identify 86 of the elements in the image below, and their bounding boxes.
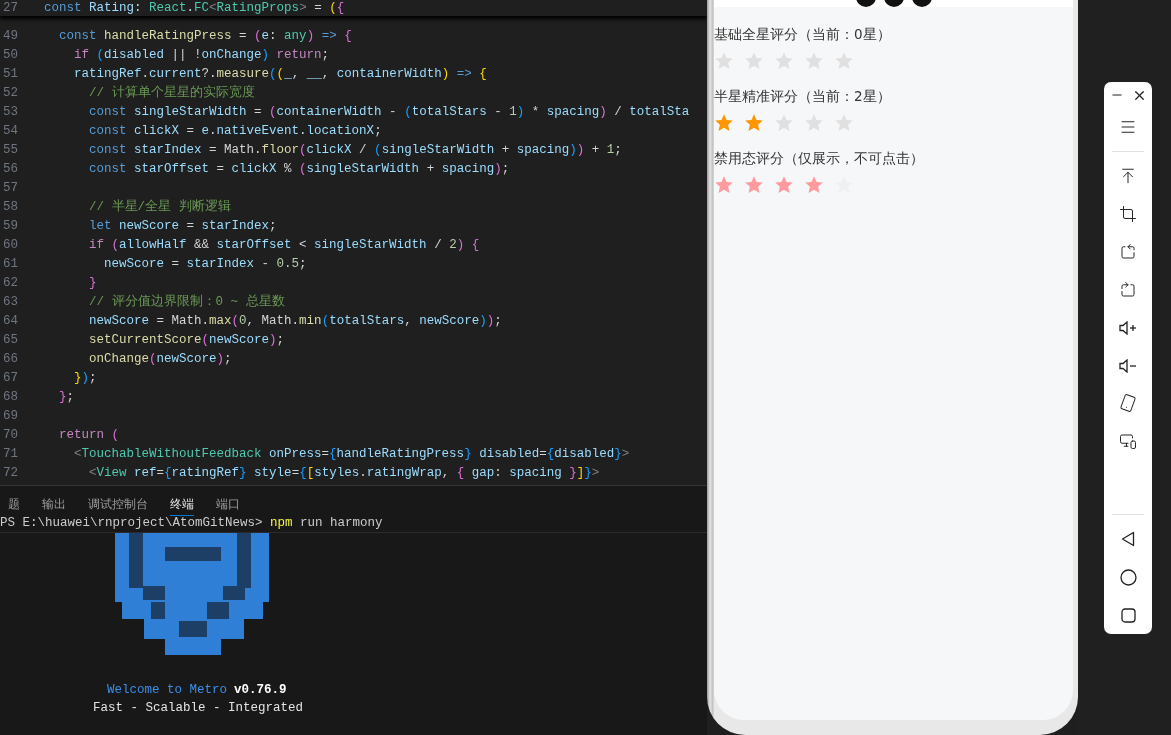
code-line: // 半星/全星 判断逻辑	[88, 198, 231, 215]
line-number: 51	[2, 66, 18, 81]
line-number: 53	[2, 104, 18, 119]
code-line: onChange(newScore);	[88, 351, 232, 366]
star-icon[interactable]	[714, 51, 734, 71]
line-number: 60	[2, 237, 18, 252]
code-line: const handleRatingPress = (e: any) => {	[58, 28, 352, 43]
star-icon[interactable]	[774, 51, 794, 71]
star-icon	[774, 175, 794, 195]
star-icon[interactable]	[714, 113, 734, 133]
line-number: 64	[2, 313, 18, 328]
line-number: 65	[2, 332, 18, 347]
star-icon[interactable]	[744, 113, 764, 133]
code-line: if (disabled || !onChange) return;	[73, 47, 330, 62]
rating-title: 半星精准评分（当前：2星）	[714, 87, 892, 105]
panel-tab[interactable]: 终端	[170, 490, 194, 516]
command-arguments: run harmony	[300, 516, 383, 530]
line-number: 71	[2, 446, 18, 461]
volume-down-icon[interactable]	[1119, 358, 1137, 373]
code-line: // 计算单个星星的实际宽度	[88, 84, 255, 101]
code-line: ratingRef.current?.measure((_, __, containerWidth) => {	[73, 66, 487, 81]
code-line: }	[88, 275, 97, 290]
code-line: const Rating: React.FC<RatingProps> = ({	[44, 1, 345, 15]
line-number: 58	[2, 199, 18, 214]
star-icon[interactable]	[834, 51, 854, 71]
code-line: newScore = Math.max(0, Math.min(totalStars, newScore));	[88, 313, 502, 328]
star-icon[interactable]	[804, 51, 824, 71]
code-line: setCurrentScore(newScore);	[88, 332, 285, 347]
star-icon	[744, 175, 764, 195]
recent-apps-icon[interactable]	[1120, 607, 1136, 623]
back-icon[interactable]	[1121, 531, 1135, 548]
code-line: newScore = starIndex - 0.5;	[103, 256, 307, 271]
rotate-left-icon[interactable]	[1119, 242, 1137, 261]
panel-tab[interactable]: 端口	[216, 490, 240, 516]
star-icon[interactable]	[804, 113, 824, 133]
panel-tab[interactable]: 题	[8, 490, 20, 516]
tagline-text: Fast - Scalable - Integrated	[93, 701, 304, 715]
line-number: 69	[2, 408, 18, 423]
home-icon[interactable]	[1119, 568, 1137, 586]
code-line: let newScore = starIndex;	[88, 218, 277, 233]
line-number: 68	[2, 389, 18, 404]
star-icon[interactable]	[834, 113, 854, 133]
code-line: <View ref={ratingRef} style={[styles.ratingWrap, { gap: spacing }]}>	[88, 465, 600, 480]
volume-up-icon[interactable]	[1119, 320, 1137, 335]
rating-title: 禁用态评分（仅展示，不可点击）	[714, 149, 925, 167]
line-number: 63	[2, 294, 18, 309]
line-number: 55	[2, 142, 18, 157]
line-number: 59	[2, 218, 18, 233]
star-icon[interactable]	[744, 51, 764, 71]
code-line: };	[58, 389, 75, 404]
line-number: 67	[2, 370, 18, 385]
star-icon	[714, 175, 734, 195]
devices-icon[interactable]	[1119, 432, 1137, 451]
line-number: 50	[2, 47, 18, 62]
line-number: 52	[2, 85, 18, 100]
rating-title: 基础全星评分（当前：0星）	[714, 25, 892, 43]
star-icon	[804, 175, 824, 195]
line-number: 61	[2, 256, 18, 271]
version-text: v0.76.9	[234, 683, 287, 697]
crop-icon[interactable]	[1119, 205, 1137, 224]
rotate-right-icon[interactable]	[1119, 280, 1137, 299]
code-line: const singleStarWidth = (containerWidth - (totalStars - 1) * spacing) / totalSta	[88, 104, 690, 119]
star-icon[interactable]	[774, 113, 794, 133]
line-number: 57	[2, 180, 18, 195]
terminal-prompt: PS E:\huawei\rnproject\AtomGitNews>	[0, 516, 263, 530]
line-number: 54	[2, 123, 18, 138]
line-number: 56	[2, 161, 18, 176]
line-number: 70	[2, 427, 18, 442]
code-line: // 评分值边界限制：0 ~ 总星数	[88, 293, 285, 310]
code-line: });	[73, 370, 97, 385]
welcome-text: Welcome to Metro	[107, 683, 228, 697]
code-line: const starIndex = Math.floor(clickX / (singleStarWidth + spacing)) + 1;	[88, 142, 622, 157]
line-number: 62	[2, 275, 18, 290]
panel-tab[interactable]: 输出	[42, 490, 66, 516]
arrow-up-to-line-icon[interactable]	[1119, 167, 1137, 186]
terminal-command: npm	[270, 516, 293, 530]
panel-tab[interactable]: 调试控制台	[88, 490, 148, 516]
code-line: const clickX = e.nativeEvent.locationX;	[88, 123, 382, 138]
code-line: const starOffset = clickX % (singleStarWidth + spacing);	[88, 161, 510, 176]
line-number: 66	[2, 351, 18, 366]
line-number: 27	[2, 1, 18, 15]
line-number: 72	[2, 465, 18, 480]
code-line: return (	[58, 427, 120, 442]
line-number: 49	[2, 28, 18, 43]
code-line: <TouchableWithoutFeedback onPress={handleRatingPress} disabled={disabled}>	[73, 446, 630, 461]
code-line: if (allowHalf && starOffset < singleStarWidth / 2) {	[88, 237, 480, 252]
